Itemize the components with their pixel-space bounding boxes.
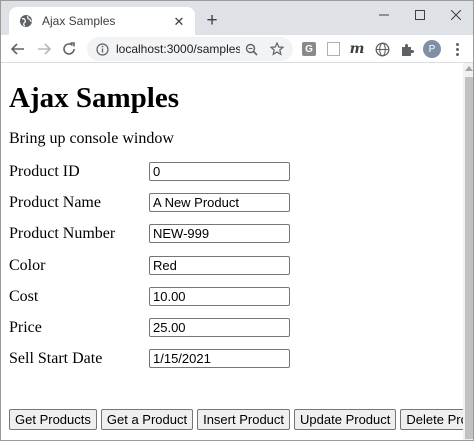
product-name-input[interactable] [149,193,290,212]
window-close-icon[interactable] [437,1,473,29]
color-row: Color [1,256,463,281]
browser-toolbar: localhost:3000/samples... G m P [1,35,473,63]
m-extension-icon[interactable]: m [348,40,366,58]
product-id-label: Product ID [9,163,80,180]
sell-start-date-row: Sell Start Date [1,349,463,374]
product-name-row: Product Name [1,193,463,218]
scrollbar-thumb[interactable] [465,77,473,439]
globe-extension-icon[interactable] [373,40,391,58]
product-number-row: Product Number [1,224,463,249]
cost-input[interactable] [149,287,290,306]
bookmark-star-icon[interactable] [269,41,285,57]
action-buttons: Get Products Get a Product Insert Produc… [9,409,463,430]
product-number-input[interactable] [149,224,290,243]
new-tab-button[interactable]: + [203,11,221,30]
zoom-icon[interactable] [243,41,259,57]
product-id-input[interactable] [149,162,290,181]
price-input[interactable] [149,318,290,337]
browser-tab[interactable]: Ajax Samples ✕ [9,7,195,35]
color-input[interactable] [149,256,290,275]
tab-title: Ajax Samples [42,14,116,28]
product-id-row: Product ID [1,162,463,187]
get-a-product-button[interactable]: Get a Product [100,409,194,430]
site-info-icon[interactable] [95,42,109,56]
product-number-label: Product Number [9,225,116,242]
puzzle-extensions-icon[interactable] [398,40,416,58]
delete-product-button[interactable]: Delete Product [400,409,463,430]
insert-product-button[interactable]: Insert Product [197,409,291,430]
back-arrow-icon[interactable] [9,40,27,58]
google-extension-icon[interactable]: G [302,42,316,56]
profile-avatar[interactable]: P [423,40,441,58]
product-name-label: Product Name [9,194,101,211]
forward-arrow-icon[interactable] [35,40,53,58]
vertical-scrollbar[interactable] [463,63,473,440]
cost-label: Cost [9,288,39,305]
price-row: Price [1,318,463,343]
reload-icon[interactable] [60,40,78,58]
color-label: Color [9,257,46,274]
page-viewport: Ajax Samples Bring up console window Pro… [1,63,463,440]
tab-strip: Ajax Samples ✕ + [1,1,473,35]
scroll-up-arrow-icon[interactable] [465,66,473,71]
price-label: Price [9,319,42,336]
globe-icon [18,13,34,29]
maximize-icon[interactable] [401,1,439,29]
browser-window: Ajax Samples ✕ + localhost:3000/samples.… [0,0,474,441]
minimize-icon[interactable] [365,1,403,29]
tab-close-icon[interactable]: ✕ [171,13,187,29]
address-bar[interactable]: localhost:3000/samples... [87,37,293,61]
console-hint-text: Bring up console window [9,130,174,147]
update-product-button[interactable]: Update Product [294,409,397,430]
url-text[interactable]: localhost:3000/samples... [116,42,240,56]
browser-menu-icon[interactable] [452,40,462,58]
cost-row: Cost [1,287,463,312]
page-extension-icon[interactable] [327,42,340,56]
page-title: Ajax Samples [9,82,179,114]
sell-start-date-label: Sell Start Date [9,350,103,367]
sell-start-date-input[interactable] [149,349,290,368]
get-products-button[interactable]: Get Products [9,409,97,430]
